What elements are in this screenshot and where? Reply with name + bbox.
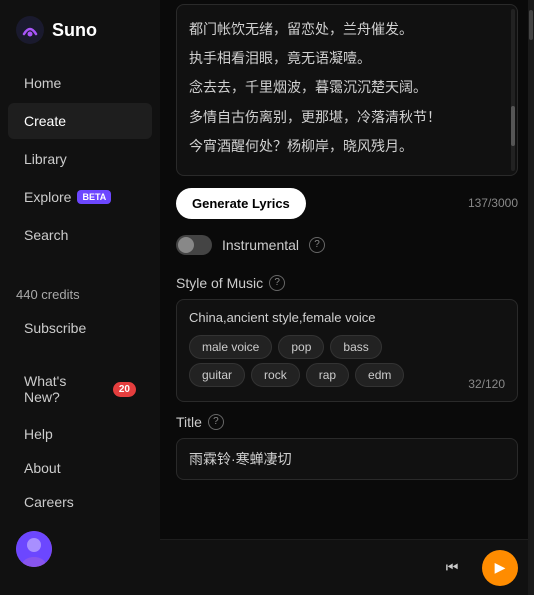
sidebar-item-help[interactable]: Help	[8, 418, 152, 450]
tag-pop[interactable]: pop	[278, 335, 324, 359]
skip-back-button[interactable]: ⏮	[434, 550, 470, 586]
lyrics-scrollbar-thumb	[511, 106, 515, 146]
sidebar-item-search[interactable]: Search	[8, 217, 152, 253]
beta-badge: BETA	[77, 190, 111, 204]
lyrics-line: 念去去，千里烟波，暮霭沉沉楚天阔。	[189, 75, 505, 100]
tag-rock[interactable]: rock	[251, 363, 300, 387]
lyrics-line: 多情自古伤离别，更那堪，冷落清秋节！	[189, 105, 505, 130]
title-section: Title ? 雨霖铃·寒蝉凄切	[176, 414, 518, 480]
credits-text: 440 credits	[16, 287, 80, 302]
tag-male-voice[interactable]: male voice	[189, 335, 272, 359]
title-help-icon[interactable]: ?	[208, 414, 224, 430]
tag-bass[interactable]: bass	[330, 335, 381, 359]
title-label: Title ?	[176, 414, 518, 430]
style-box[interactable]: China,ancient style,female voice male vo…	[176, 299, 518, 402]
instrumental-toggle[interactable]	[176, 235, 212, 255]
lyrics-line: 执手相看泪眼，竟无语凝噎。	[189, 46, 505, 71]
title-input[interactable]: 雨霖铃·寒蝉凄切	[176, 438, 518, 480]
player-bar: ⏮ ▶	[160, 539, 534, 595]
avatar-section	[0, 519, 160, 579]
whats-new-item[interactable]: What's New? 20	[8, 363, 152, 415]
sidebar: Suno Home Create Library Explore BETA Se…	[0, 0, 160, 595]
instrumental-row: Instrumental ?	[176, 235, 518, 255]
instrumental-help-icon[interactable]: ?	[309, 237, 325, 253]
style-tags-row-2: guitar rock rap edm 32/120	[189, 363, 505, 387]
lyrics-box: 都门帐饮无绪，留恋处，兰舟催发。 执手相看泪眼，竟无语凝噎。 念去去，千里烟波，…	[176, 4, 518, 176]
main-scrollbar[interactable]	[528, 0, 534, 595]
lyrics-line: 都门帐饮无绪，留恋处，兰舟催发。	[189, 17, 505, 42]
style-tags-row: male voice pop bass	[189, 335, 505, 359]
sidebar-item-home[interactable]: Home	[8, 65, 152, 101]
lyrics-scrollbar[interactable]	[511, 9, 515, 171]
avatar-image	[16, 531, 52, 567]
toggle-thumb	[178, 237, 194, 253]
sidebar-item-library[interactable]: Library	[8, 141, 152, 177]
scrollbar-thumb	[529, 10, 533, 40]
sidebar-item-about[interactable]: About	[8, 452, 152, 484]
play-icon: ▶	[495, 559, 506, 576]
logo: Suno	[0, 16, 160, 64]
style-section-label: Style of Music ?	[176, 275, 518, 291]
main-content: 都门帐饮无绪，留恋处，兰舟催发。 执手相看泪眼，竟无语凝噎。 念去去，千里烟波，…	[160, 0, 534, 595]
tag-edm[interactable]: edm	[355, 363, 404, 387]
instrumental-label: Instrumental	[222, 237, 299, 253]
sidebar-item-create[interactable]: Create	[8, 103, 152, 139]
style-char-count: 32/120	[468, 377, 505, 391]
logo-text: Suno	[52, 20, 97, 41]
avatar[interactable]	[16, 531, 52, 567]
tag-rap[interactable]: rap	[306, 363, 349, 387]
lyrics-char-count: 137/3000	[468, 196, 518, 210]
generate-lyrics-row: Generate Lyrics 137/3000	[176, 188, 518, 219]
generate-lyrics-button[interactable]: Generate Lyrics	[176, 188, 306, 219]
skip-back-icon: ⏮	[446, 559, 459, 576]
sidebar-item-explore[interactable]: Explore BETA	[8, 179, 152, 215]
play-button[interactable]: ▶	[482, 550, 518, 586]
suno-logo-icon	[16, 16, 44, 44]
credits-section: 440 credits	[0, 278, 160, 310]
tag-guitar[interactable]: guitar	[189, 363, 245, 387]
whats-new-badge: 20	[113, 382, 136, 397]
content-area: 都门帐饮无绪，留恋处，兰舟催发。 执手相看泪眼，竟无语凝噎。 念去去，千里烟波，…	[160, 0, 534, 539]
sidebar-item-careers[interactable]: Careers	[8, 486, 152, 518]
lyrics-text: 都门帐饮无绪，留恋处，兰舟催发。 执手相看泪眼，竟无语凝噎。 念去去，千里烟波，…	[189, 17, 505, 159]
style-help-icon[interactable]: ?	[269, 275, 285, 291]
subscribe-button[interactable]: Subscribe	[8, 312, 152, 344]
lyrics-line: 今宵酒醒何处？杨柳岸，晓风残月。	[189, 134, 505, 159]
style-input-text: China,ancient style,female voice	[189, 310, 505, 325]
